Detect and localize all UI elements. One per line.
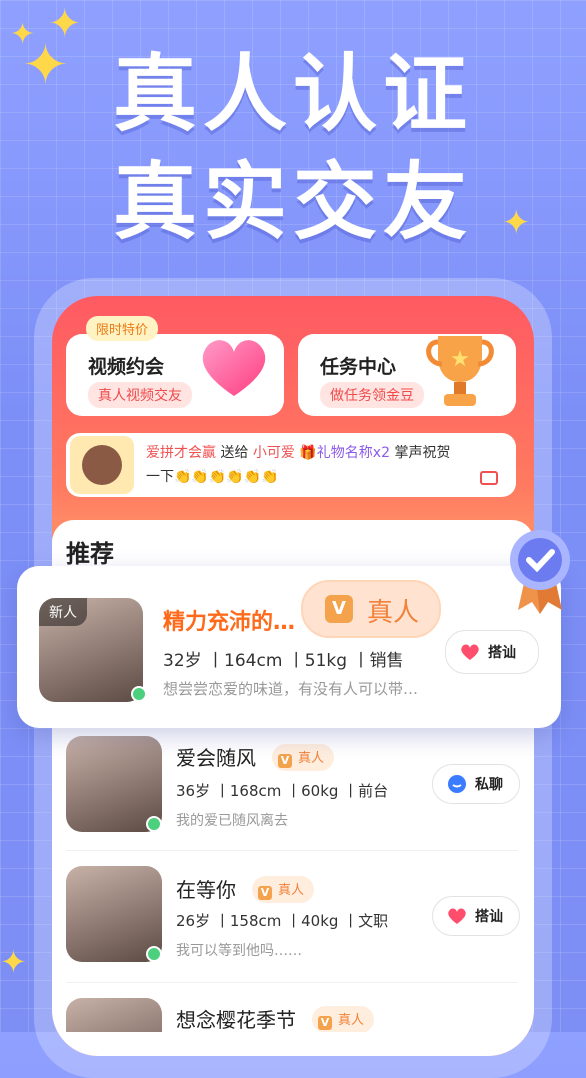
online-indicator	[131, 686, 147, 702]
new-user-badge: 新人	[39, 598, 87, 626]
featured-user-card[interactable]: 新人 精力充沛的… V 真人 32岁 丨164cm 丨51kg 丨销售 想尝尝恋…	[17, 566, 561, 728]
tv-icon	[480, 471, 498, 485]
promo-tag: 限时特价	[86, 316, 159, 341]
user-info: 36岁 丨168cm 丨60kg 丨前台	[176, 782, 389, 800]
user-bio: 想尝尝恋爱的味道，有没有人可以带…	[163, 680, 419, 698]
heart-icon	[448, 908, 466, 924]
user-name[interactable]: 爱会随风	[176, 742, 256, 771]
user-info: 26岁 丨158cm 丨40kg 丨文职	[176, 912, 389, 930]
verified-badge-large: V 真人	[301, 580, 441, 638]
gift-broadcast-banner[interactable]: 爱拼才会赢 送给 小可爱 🎁礼物名称x2 掌声祝贺 一下👏👏👏👏👏👏	[66, 433, 516, 497]
avatar	[82, 445, 122, 485]
headline-line1: 真人认证	[112, 45, 473, 143]
user-name[interactable]: 在等你	[176, 874, 236, 903]
heart-icon	[202, 340, 266, 396]
verified-icon: V	[325, 595, 353, 623]
user-avatar[interactable]	[66, 998, 162, 1032]
verified-badge: V 真人	[312, 1006, 375, 1032]
verified-icon: V	[258, 886, 272, 900]
user-info: 32岁 丨164cm 丨51kg 丨销售	[163, 651, 404, 671]
user-name[interactable]: 想念樱花季节	[176, 1004, 296, 1032]
verified-icon: V	[318, 1016, 332, 1030]
verified-badge: V 真人	[272, 744, 335, 771]
svg-text:★: ★	[450, 347, 470, 372]
section-title: 推荐	[66, 540, 114, 568]
greet-button[interactable]: 搭讪	[432, 896, 520, 936]
sparkle-icon: ✦	[0, 943, 27, 981]
user-bio: 我可以等到他吗……	[176, 943, 302, 959]
verified-medal-icon	[510, 530, 570, 614]
greet-button[interactable]: 搭讪	[445, 630, 539, 674]
user-bio: 我的爱已随风离去	[176, 813, 288, 829]
video-date-title: 视频约会	[88, 356, 165, 378]
chat-bubble-icon	[448, 775, 466, 793]
list-item[interactable]: 在等你 V 真人 26岁 丨158cm 丨40kg 丨文职 我可以等到他吗…… 搭…	[66, 864, 520, 984]
online-indicator	[146, 816, 162, 832]
list-item[interactable]: 想念樱花季节 V 真人	[66, 996, 518, 1032]
private-chat-button[interactable]: 私聊	[432, 764, 520, 804]
divider	[66, 982, 518, 983]
headline-line2: 真实交友	[112, 153, 473, 251]
trophy-icon: ★	[426, 336, 494, 406]
list-item[interactable]: 爱会随风 V 真人 36岁 丨168cm 丨60kg 丨前台 我的爱已随风离去 私…	[66, 734, 520, 854]
task-center-title: 任务中心	[320, 356, 397, 378]
divider	[66, 850, 518, 851]
gift-icon: 🎁	[299, 445, 317, 461]
online-indicator	[146, 946, 162, 962]
user-name[interactable]: 精力充沛的…	[163, 604, 295, 636]
verified-badge: V 真人	[252, 876, 315, 903]
task-center-subtitle: 做任务领金豆	[320, 382, 424, 408]
gift-broadcast-text: 爱拼才会赢 送给 小可爱 🎁礼物名称x2 掌声祝贺 一下👏👏👏👏👏👏	[146, 445, 451, 485]
heart-icon	[461, 644, 479, 660]
video-date-subtitle: 真人视频交友	[88, 382, 192, 408]
verified-icon: V	[278, 754, 292, 768]
